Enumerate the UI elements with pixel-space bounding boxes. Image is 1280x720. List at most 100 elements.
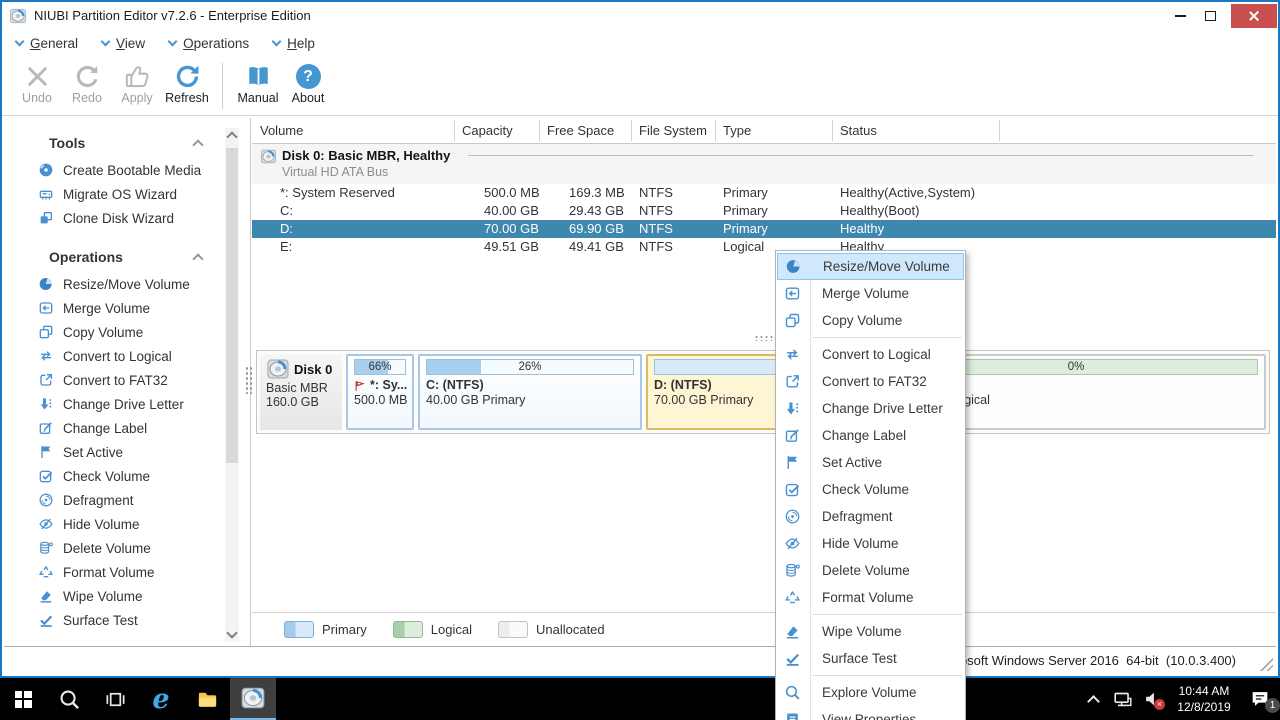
close-button[interactable] xyxy=(1231,3,1277,28)
refresh-button[interactable]: Refresh xyxy=(162,61,212,105)
sidebar-item-convert-to-logical[interactable]: Convert to Logical xyxy=(4,344,250,368)
sidebar-item-merge-volume[interactable]: Merge Volume xyxy=(4,296,250,320)
menu-operations[interactable]: Operations xyxy=(167,36,249,51)
taskbar-clock[interactable]: 10:44 AM 12/8/2019 xyxy=(1168,683,1240,715)
menu-general[interactable]: General xyxy=(14,36,78,51)
search-icon xyxy=(784,684,801,701)
context-item-surface-test[interactable]: Surface Test xyxy=(776,645,965,672)
sidebar-item-delete-volume[interactable]: Delete Volume xyxy=(4,536,250,560)
context-item-set-active[interactable]: Set Active xyxy=(776,449,965,476)
context-item-change-drive-letter[interactable]: Change Drive Letter xyxy=(776,395,965,422)
sidebar-scrollbar[interactable] xyxy=(225,128,239,642)
network-tray-button[interactable] xyxy=(1108,678,1138,720)
clock-date: 12/8/2019 xyxy=(1177,700,1231,714)
undo-button[interactable]: Undo xyxy=(12,61,62,105)
sidebar-item-convert-to-fat32[interactable]: Convert to FAT32 xyxy=(4,368,250,392)
maximize-button[interactable] xyxy=(1195,3,1225,28)
context-item-merge-volume[interactable]: Merge Volume xyxy=(776,280,965,307)
column-header-type[interactable]: Type xyxy=(723,123,751,138)
context-item-delete-volume[interactable]: Delete Volume xyxy=(776,557,965,584)
operations-section-header[interactable]: Operations xyxy=(49,248,204,266)
redo-label: Redo xyxy=(72,91,102,105)
tray-show-hidden-icons-button[interactable] xyxy=(1078,678,1108,720)
sidebar-item-copy-volume[interactable]: Copy Volume xyxy=(4,320,250,344)
column-header-file-system[interactable]: File System xyxy=(639,123,707,138)
sidebar-item-clone-disk-wizard[interactable]: Clone Disk Wizard xyxy=(4,206,250,230)
niubi-taskbar-button[interactable] xyxy=(230,678,276,720)
table-row-e[interactable]: E: 49.51 GB 49.41 GB NTFS Logical Health… xyxy=(252,238,1276,256)
drive-icon xyxy=(38,186,54,202)
context-item-view-properties[interactable]: View Properties xyxy=(776,706,965,720)
pie-icon xyxy=(38,276,54,292)
context-item-defragment[interactable]: Defragment xyxy=(776,503,965,530)
start-button[interactable] xyxy=(0,678,46,720)
sidebar-item-hide-volume[interactable]: Hide Volume xyxy=(4,512,250,536)
column-header-free-space[interactable]: Free Space xyxy=(547,123,614,138)
partition-block-c[interactable]: 26% C: (NTFS) 40.00 GB Primary xyxy=(418,354,642,430)
apply-button[interactable]: Apply xyxy=(112,61,162,105)
legend-item-unallocated: Unallocated xyxy=(497,621,605,638)
disk-icon xyxy=(266,357,290,381)
hidden-eye-icon xyxy=(38,516,54,532)
clock-time: 10:44 AM xyxy=(1178,684,1230,698)
action-center-button[interactable]: 1 xyxy=(1240,678,1280,720)
context-item-copy-volume[interactable]: Copy Volume xyxy=(776,307,965,334)
file-explorer-button[interactable] xyxy=(184,678,230,720)
taskbar-search-button[interactable] xyxy=(46,678,92,720)
column-header-volume[interactable]: Volume xyxy=(260,123,303,138)
volume-tray-button[interactable]: × xyxy=(1138,678,1168,720)
manual-label: Manual xyxy=(237,91,279,105)
context-item-change-label[interactable]: Change Label xyxy=(776,422,965,449)
sidebar-item-surface-test[interactable]: Surface Test xyxy=(4,608,250,632)
context-item-check-volume[interactable]: Check Volume xyxy=(776,476,965,503)
manual-button[interactable]: Manual xyxy=(233,61,283,105)
scrollbar-thumb[interactable] xyxy=(226,148,238,463)
column-header-capacity[interactable]: Capacity xyxy=(462,123,513,138)
sidebar-splitter-handle[interactable] xyxy=(245,366,252,394)
column-header-status[interactable]: Status xyxy=(840,123,877,138)
sidebar-item-resize-move-volume[interactable]: Resize/Move Volume xyxy=(4,272,250,296)
sidebar-item-check-volume[interactable]: Check Volume xyxy=(4,464,250,488)
about-button[interactable]: ? About xyxy=(283,61,333,105)
table-row-system-reserved[interactable]: *: System Reserved 500.0 MB 169.3 MB NTF… xyxy=(252,184,1276,202)
export-icon xyxy=(784,373,801,390)
menu-view[interactable]: View xyxy=(100,36,145,51)
clone-icon xyxy=(38,210,54,226)
copy-icon xyxy=(784,312,801,329)
task-view-button[interactable] xyxy=(92,678,138,720)
sidebar: Tools Create Bootable Media Migrate OS W… xyxy=(4,118,251,646)
context-item-explore-volume[interactable]: Explore Volume xyxy=(776,679,965,706)
sidebar-item-create-bootable-media[interactable]: Create Bootable Media xyxy=(4,158,250,182)
scroll-down-icon[interactable] xyxy=(226,627,238,639)
context-item-convert-to-fat32[interactable]: Convert to FAT32 xyxy=(776,368,965,395)
sidebar-item-set-active[interactable]: Set Active xyxy=(4,440,250,464)
context-item-format-volume[interactable]: Format Volume xyxy=(776,584,965,611)
sidebar-item-change-label[interactable]: Change Label xyxy=(4,416,250,440)
sidebar-item-wipe-volume[interactable]: Wipe Volume xyxy=(4,584,250,608)
sidebar-item-change-drive-letter[interactable]: Change Drive Letter xyxy=(4,392,250,416)
table-row-d-selected[interactable]: D: 70.00 GB 69.90 GB NTFS Primary Health… xyxy=(252,220,1276,238)
sidebar-item-format-volume[interactable]: Format Volume xyxy=(4,560,250,584)
internet-explorer-button[interactable]: e xyxy=(138,678,184,720)
delete-cylinder-icon xyxy=(784,562,801,579)
merge-icon xyxy=(784,285,801,302)
table-row-c[interactable]: C: 40.00 GB 29.43 GB NTFS Primary Health… xyxy=(252,202,1276,220)
redo-button[interactable]: Redo xyxy=(62,61,112,105)
sidebar-item-defragment[interactable]: Defragment xyxy=(4,488,250,512)
context-item-resize-move-volume[interactable]: Resize/Move Volume xyxy=(777,253,964,280)
question-circle-icon: ? xyxy=(295,64,321,89)
recycle-icon xyxy=(38,564,54,580)
partition-block-system-reserved[interactable]: 66% *: Sy... 500.0 MB xyxy=(346,354,414,430)
scroll-up-icon[interactable] xyxy=(226,131,238,143)
disk-map-disk-info[interactable]: Disk 0 Basic MBR 160.0 GB xyxy=(260,354,342,430)
context-item-convert-to-logical[interactable]: Convert to Logical xyxy=(776,341,965,368)
disk-group-row[interactable]: Disk 0: Basic MBR, Healthy Virtual HD AT… xyxy=(252,144,1276,184)
sidebar-item-migrate-os-wizard[interactable]: Migrate OS Wizard xyxy=(4,182,250,206)
minimize-button[interactable] xyxy=(1165,3,1195,28)
context-item-wipe-volume[interactable]: Wipe Volume xyxy=(776,618,965,645)
context-item-hide-volume[interactable]: Hide Volume xyxy=(776,530,965,557)
menu-help[interactable]: Help xyxy=(271,36,315,51)
title-bar: NIUBI Partition Editor v7.2.6 - Enterpri… xyxy=(2,2,1278,29)
resize-grip[interactable] xyxy=(1258,656,1273,671)
tools-section-header[interactable]: Tools xyxy=(49,134,204,152)
